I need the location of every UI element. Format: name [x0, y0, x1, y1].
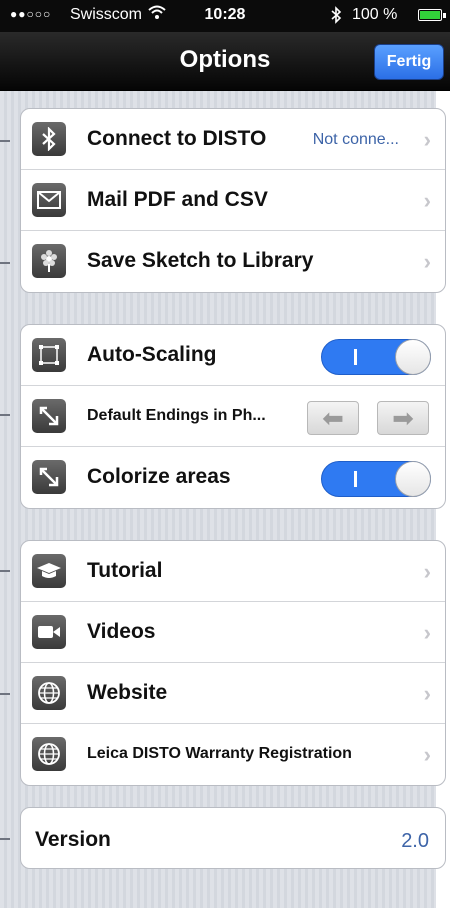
arrow-right-icon: ➡: [392, 402, 414, 433]
battery-icon: [418, 9, 442, 21]
done-button[interactable]: Fertig: [374, 44, 444, 80]
connect-disto-row[interactable]: Connect to DISTO Not conne... ›: [21, 109, 445, 170]
chevron-right-icon: ›: [423, 127, 431, 152]
chevron-right-icon: ›: [423, 249, 431, 274]
side-marker: [0, 838, 10, 840]
help-group: Tutorial › Videos › Website › Leica DIST…: [20, 540, 446, 786]
warranty-row[interactable]: Leica DISTO Warranty Registration ›: [21, 724, 445, 785]
version-row: Version 2.0: [21, 808, 445, 868]
right-arrow-button[interactable]: ➡: [377, 401, 429, 435]
navigation-bar: Options Fertig: [0, 32, 450, 91]
website-label: Website: [87, 681, 168, 704]
options-screen: ●●○○○ Swisscom 10:28 100 % Options Ferti…: [0, 0, 450, 908]
chevron-right-icon: ›: [423, 559, 431, 584]
auto-scaling-toggle[interactable]: [321, 339, 431, 375]
warranty-label: Leica DISTO Warranty Registration: [87, 745, 352, 762]
video-camera-icon: [32, 615, 66, 649]
colorize-areas-label: Colorize areas: [87, 465, 231, 488]
diagonal-arrow-icon: [32, 460, 66, 494]
connect-disto-label: Connect to DISTO: [87, 127, 267, 150]
tutorial-label: Tutorial: [87, 559, 163, 582]
side-marker: [0, 140, 10, 142]
frame-icon: [32, 338, 66, 372]
battery-percentage: 100 %: [352, 6, 398, 23]
mail-pdf-row[interactable]: Mail PDF and CSV ›: [21, 170, 445, 231]
side-marker: [0, 262, 10, 264]
version-value: 2.0: [401, 830, 429, 852]
mail-pdf-label: Mail PDF and CSV: [87, 188, 268, 211]
website-row[interactable]: Website ›: [21, 663, 445, 724]
toggle-on-mark: [354, 349, 357, 365]
toggle-knob: [395, 339, 431, 375]
side-marker: [0, 414, 10, 416]
connection-group: Connect to DISTO Not conne... › Mail PDF…: [20, 108, 446, 293]
version-group: Version 2.0: [20, 807, 446, 869]
chevron-right-icon: ›: [423, 620, 431, 645]
auto-scaling-row: Auto-Scaling: [21, 325, 445, 386]
globe-icon: [32, 737, 66, 771]
toggle-knob: [395, 461, 431, 497]
status-bar: ●●○○○ Swisscom 10:28 100 %: [0, 0, 450, 32]
connection-status: Not conne...: [312, 131, 399, 148]
battery-tip: [443, 13, 446, 18]
mail-icon: [32, 183, 66, 217]
bluetooth-icon: [32, 122, 66, 156]
save-sketch-label: Save Sketch to Library: [87, 249, 314, 272]
default-endings-row: Default Endings in Ph... ⬅ ➡: [21, 386, 445, 447]
drawing-settings-group: Auto-Scaling Default Endings in Ph... ⬅ …: [20, 324, 446, 509]
flower-icon: [32, 244, 66, 278]
colorize-areas-toggle[interactable]: [321, 461, 431, 497]
toggle-on-mark: [354, 471, 357, 487]
arrow-left-icon: ⬅: [322, 402, 344, 433]
globe-icon: [32, 676, 66, 710]
chevron-right-icon: ›: [423, 742, 431, 767]
colorize-areas-row: Colorize areas: [21, 447, 445, 508]
videos-label: Videos: [87, 620, 156, 643]
side-marker: [0, 570, 10, 572]
graduation-cap-icon: [32, 554, 66, 588]
save-sketch-row[interactable]: Save Sketch to Library ›: [21, 231, 445, 292]
version-label: Version: [35, 828, 111, 851]
side-marker: [0, 693, 10, 695]
chevron-right-icon: ›: [423, 681, 431, 706]
chevron-right-icon: ›: [423, 188, 431, 213]
default-endings-label: Default Endings in Ph...: [87, 407, 266, 424]
diagonal-arrow-icon: [32, 399, 66, 433]
bluetooth-status-icon: [330, 6, 342, 29]
auto-scaling-label: Auto-Scaling: [87, 343, 217, 366]
videos-row[interactable]: Videos ›: [21, 602, 445, 663]
left-arrow-button[interactable]: ⬅: [307, 401, 359, 435]
tutorial-row[interactable]: Tutorial ›: [21, 541, 445, 602]
